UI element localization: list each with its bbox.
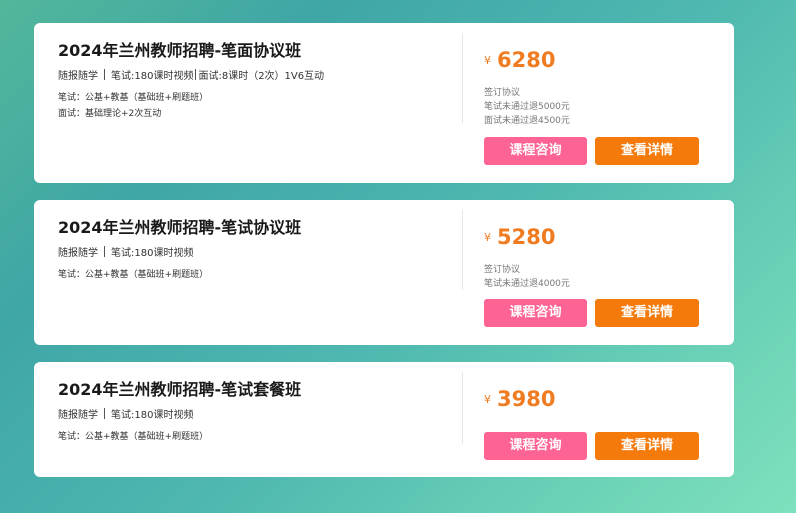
currency-symbol: ¥ [484,392,491,406]
refund-note: 笔试未通过退5000元 [484,102,570,112]
course-meta: 随报随学 笔试:180课时视频 [58,406,193,421]
view-details-button[interactable]: 查看详情 [595,137,699,165]
course-consult-button[interactable]: 课程咨询 [484,432,587,460]
course-detail: 面试：基础理论+2次互动 [58,109,162,119]
meta-written: 笔试:180课时视频 [111,71,194,82]
vertical-divider [462,33,463,123]
course-title: 2024年兰州教师招聘-笔试协议班 [58,218,302,237]
currency-symbol: ¥ [484,230,491,244]
refund-note: 笔试未通过退4000元 [484,279,570,289]
course-meta: 随报随学 笔试:180课时视频 面试:8课时（2次）1V6互动 [58,67,324,82]
course-card: 2024年兰州教师招聘-笔试协议班 随报随学 笔试:180课时视频 笔试：公基+教… [34,200,734,345]
meta-enroll: 随报随学 [58,248,98,259]
meta-enroll: 随报随学 [58,410,98,421]
course-consult-button[interactable]: 课程咨询 [484,299,587,327]
course-detail: 笔试：公基+教基（基础班+刷题班） [58,270,209,280]
course-meta: 随报随学 笔试:180课时视频 [58,244,193,259]
vertical-divider [462,210,463,290]
course-card: 2024年兰州教师招聘-笔试套餐班 随报随学 笔试:180课时视频 笔试：公基+教… [34,362,734,477]
course-title: 2024年兰州教师招聘-笔面协议班 [58,41,302,60]
course-price: ¥6280 [484,48,555,72]
meta-separator [104,408,105,419]
price-value: 3980 [497,387,556,411]
view-details-button[interactable]: 查看详情 [595,299,699,327]
vertical-divider [462,372,463,444]
refund-note: 签订协议 [484,88,521,98]
meta-interview: 面试:8课时（2次）1V6互动 [198,71,325,82]
course-consult-button[interactable]: 课程咨询 [484,137,587,165]
price-value: 5280 [497,225,556,249]
course-price: ¥5280 [484,225,555,249]
refund-note: 面试未通过退4500元 [484,116,570,126]
meta-separator [104,69,105,80]
course-title: 2024年兰州教师招聘-笔试套餐班 [58,380,302,399]
meta-written: 笔试:180课时视频 [111,410,194,421]
course-card: 2024年兰州教师招聘-笔面协议班 随报随学 笔试:180课时视频 面试:8课时（2… [34,23,734,183]
meta-enroll: 随报随学 [58,71,98,82]
meta-separator [104,246,105,257]
refund-note: 签订协议 [484,265,521,275]
course-price: ¥3980 [484,387,555,411]
view-details-button[interactable]: 查看详情 [595,432,699,460]
meta-written: 笔试:180课时视频 [111,248,194,259]
course-detail: 笔试：公基+教基（基础班+刷题班） [58,93,209,103]
price-value: 6280 [497,48,556,72]
meta-separator [195,69,197,80]
currency-symbol: ¥ [484,53,491,67]
course-detail: 笔试：公基+教基（基础班+刷题班） [58,432,209,442]
